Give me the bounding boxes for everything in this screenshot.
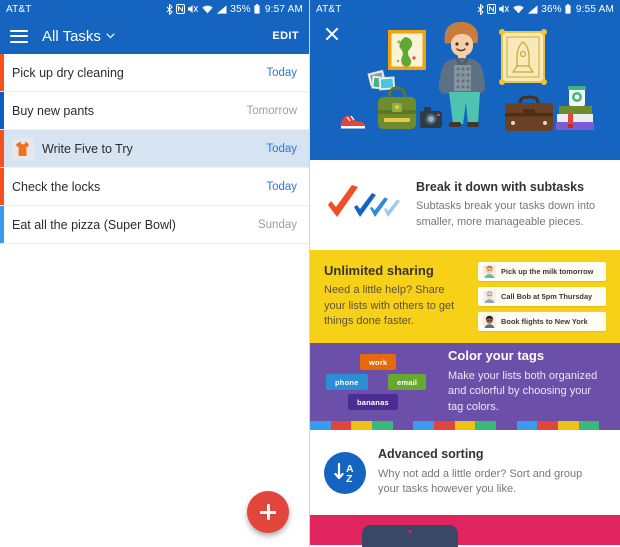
color-stripe-divider [310, 421, 620, 430]
onboarding-hero [310, 18, 620, 160]
bottom-promo-section [310, 515, 620, 547]
feature-text-block: Unlimited sharing Need a little help? Sh… [324, 263, 466, 330]
priority-edge [0, 92, 4, 129]
page-title: All Tasks [42, 27, 101, 45]
shared-task-card-list: Pick up the milk tomorrow Call Bob at 5p… [478, 262, 606, 331]
mute-icon [499, 4, 510, 14]
clock-label: 9:57 AM [264, 3, 303, 15]
task-due-date: Tomorrow [246, 104, 297, 117]
task-title: Pick up dry cleaning [12, 65, 124, 80]
tag-chip[interactable]: phone [326, 374, 368, 390]
task-due-date: Today [266, 180, 297, 193]
table-row[interactable]: Write Five to Try Today [0, 130, 309, 168]
list-item-label: Call Bob at 5pm Thursday [501, 292, 593, 301]
task-title: Check the locks [12, 179, 101, 194]
priority-edge [0, 206, 4, 243]
svg-text:Z: Z [346, 473, 353, 485]
feature-body: Make your lists both organized and color… [448, 369, 598, 413]
mute-icon [188, 4, 199, 14]
task-title: Eat all the pizza (Super Bowl) [12, 217, 176, 232]
battery-percent-label: 36% [541, 3, 562, 15]
bluetooth-icon [477, 3, 484, 15]
feature-heading: Unlimited sharing [324, 262, 434, 278]
status-icons-group: 35% 9:57 AM [166, 3, 303, 15]
tag-chip[interactable]: work [360, 354, 397, 370]
battery-icon [565, 4, 571, 14]
right-status-bar: AT&T 36% 9:55 AM [310, 0, 620, 18]
feature-heading: Break it down with subtasks [416, 179, 585, 194]
feature-body: Subtasks break your tasks down into smal… [416, 200, 596, 228]
table-row[interactable]: Eat all the pizza (Super Bowl) Sunday [0, 206, 309, 244]
task-due-date: Today [266, 142, 297, 155]
chevron-down-icon[interactable] [106, 30, 115, 42]
battery-percent-label: 35% [230, 3, 251, 15]
shirt-icon [12, 137, 34, 160]
nfc-icon [176, 4, 186, 14]
task-due-date: Sunday [257, 218, 297, 231]
avatar [483, 290, 496, 303]
list-item-label: Pick up the milk tomorrow [501, 267, 594, 276]
feature-subtasks: Break it down with subtasks Subtasks bre… [310, 160, 620, 250]
checkmarks-icon [324, 183, 404, 227]
status-icons-group: 36% 9:55 AM [477, 3, 614, 15]
feature-text-block: Color your tags Make your lists both org… [448, 348, 606, 415]
phone-mockup [362, 525, 458, 547]
feature-text-block: Break it down with subtasks Subtasks bre… [416, 180, 606, 231]
table-row[interactable]: Check the locks Today [0, 168, 309, 206]
hamburger-icon[interactable] [10, 29, 28, 43]
table-row[interactable]: Buy new pants Tomorrow [0, 92, 309, 130]
list-item-label: Book flights to New York [501, 317, 588, 326]
clock-label: 9:55 AM [575, 3, 614, 15]
feature-sorting: A Z Advanced sorting Why not add a littl… [310, 430, 620, 515]
tag-chip[interactable]: bananas [348, 394, 398, 410]
tag-cloud: work phone email bananas [324, 352, 436, 412]
feature-heading: Advanced sorting [378, 447, 484, 462]
tag-chip[interactable]: email [388, 374, 427, 390]
task-due-date: Today [266, 66, 297, 79]
right-screen: AT&T 36% 9:55 AM Break it down with subt… [310, 0, 620, 547]
left-app-bar: All Tasks EDIT [0, 18, 309, 54]
task-title: Buy new pants [12, 103, 94, 118]
list-item[interactable]: Pick up the milk tomorrow [478, 262, 606, 281]
priority-edge [0, 54, 4, 91]
person-with-travel-items-illustration [340, 22, 594, 131]
feature-body: Need a little help? Share your lists wit… [324, 284, 455, 328]
add-task-button[interactable] [247, 491, 289, 533]
device-camera-dot [408, 530, 412, 533]
priority-edge [0, 130, 4, 167]
edit-button[interactable]: EDIT [272, 30, 299, 42]
task-title: Write Five to Try [42, 141, 133, 156]
list-item[interactable]: Call Bob at 5pm Thursday [478, 287, 606, 306]
feature-heading: Color your tags [448, 348, 545, 364]
priority-edge [0, 168, 4, 205]
task-list: Pick up dry cleaning Today Buy new pants… [0, 54, 309, 244]
feature-sharing: Unlimited sharing Need a little help? Sh… [310, 250, 620, 343]
bluetooth-icon [166, 3, 173, 15]
feature-text-block: Advanced sorting Why not add a little or… [378, 447, 606, 498]
feature-tags: work phone email bananas Color your tags… [310, 343, 620, 421]
left-screen: AT&T 35% 9:57 AM All Tasks EDIT Pick up … [0, 0, 310, 547]
nfc-icon [487, 4, 497, 14]
list-item[interactable]: Book flights to New York [478, 312, 606, 331]
table-row[interactable]: Pick up dry cleaning Today [0, 54, 309, 92]
wifi-icon [202, 5, 213, 14]
carrier-label: AT&T [316, 3, 342, 15]
signal-icon [216, 4, 227, 14]
plus-icon [260, 504, 276, 520]
battery-icon [254, 4, 260, 14]
sort-az-icon: A Z [324, 451, 366, 494]
carrier-label: AT&T [6, 3, 32, 15]
avatar [483, 265, 496, 278]
left-status-bar: AT&T 35% 9:57 AM [0, 0, 309, 18]
feature-body: Why not add a little order? Sort and gro… [378, 467, 583, 496]
avatar [483, 315, 496, 328]
sort-az-circle: A Z [324, 451, 366, 494]
signal-icon [527, 4, 538, 14]
wifi-icon [513, 5, 524, 14]
dual-screenshot-container: AT&T 35% 9:57 AM All Tasks EDIT Pick up … [0, 0, 620, 547]
